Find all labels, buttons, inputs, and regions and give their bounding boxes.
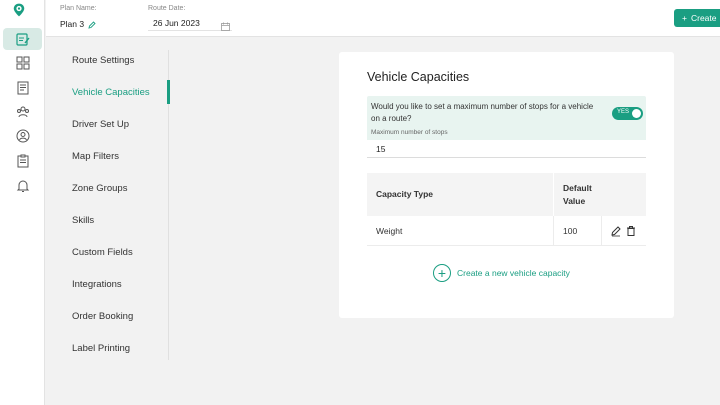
max-stops-input[interactable]: 15	[367, 140, 646, 158]
nav-item-label-printing[interactable]: Label Printing	[72, 343, 130, 354]
nav-item-vehicle-capacities[interactable]: Vehicle Capacities	[72, 87, 150, 98]
route-date-field[interactable]: 26 Jun 2023	[148, 15, 232, 31]
logo-pin-icon[interactable]	[12, 3, 32, 27]
delete-icon[interactable]	[625, 224, 637, 236]
plus-icon: +	[682, 13, 687, 23]
dashboard-icon[interactable]	[3, 52, 42, 74]
create-button-label: Create	[690, 13, 717, 23]
row-separator	[553, 216, 554, 246]
nav-active-indicator	[167, 80, 170, 104]
row-separator-2	[601, 216, 602, 246]
table-row: Weight 100	[367, 216, 646, 246]
column-header-default-value: Default Value	[563, 183, 592, 206]
max-stops-value: 15	[376, 144, 386, 154]
vehicle-capacities-card: Vehicle Capacities Would you like to set…	[339, 52, 674, 318]
edit-pencil-icon[interactable]	[88, 21, 97, 29]
nav-item-order-booking[interactable]: Order Booking	[72, 311, 133, 322]
nav-item-custom-fields[interactable]: Custom Fields	[72, 247, 133, 258]
team-icon[interactable]	[3, 101, 42, 123]
clipboard-icon[interactable]	[3, 150, 42, 172]
nav-item-route-settings[interactable]: Route Settings	[72, 55, 134, 66]
column-header-capacity-type: Capacity Type	[376, 189, 434, 199]
add-circle-icon: +	[433, 264, 451, 282]
route-date-value: 26 Jun 2023	[153, 18, 200, 28]
create-button[interactable]: + Create	[674, 9, 720, 27]
table-header: Capacity Type Default Value	[367, 173, 646, 216]
max-stops-label: Maximum number of stops	[371, 129, 448, 136]
header-separator	[553, 173, 554, 216]
max-stops-toggle[interactable]: YES	[612, 107, 643, 120]
nav-item-integrations[interactable]: Integrations	[72, 279, 122, 290]
top-bar: Plan Name: Plan 3 Route Date: 26 Jun 202…	[46, 0, 720, 37]
icon-rail	[0, 0, 45, 405]
create-vehicle-capacity-label: Create a new vehicle capacity	[457, 268, 570, 278]
nav-item-zone-groups[interactable]: Zone Groups	[72, 183, 127, 194]
edit-icon[interactable]	[610, 224, 622, 237]
max-stops-question: Would you like to set a maximum number o…	[371, 102, 594, 123]
nav-item-map-filters[interactable]: Map Filters	[72, 151, 119, 162]
max-stops-panel: Would you like to set a maximum number o…	[367, 96, 646, 158]
plan-name-label: Plan Name:	[60, 5, 97, 12]
settings-nav: Route Settings Vehicle Capacities Driver…	[46, 37, 170, 405]
notifications-icon[interactable]	[3, 175, 42, 197]
create-vehicle-capacity-link[interactable]: + Create a new vehicle capacity	[433, 264, 570, 282]
cell-capacity-type: Weight	[376, 226, 403, 236]
page-title: Vehicle Capacities	[367, 70, 470, 84]
reports-icon[interactable]	[3, 77, 42, 99]
toggle-label: YES	[617, 109, 630, 115]
nav-item-skills[interactable]: Skills	[72, 215, 94, 226]
calendar-icon[interactable]	[221, 18, 230, 31]
route-planner-icon[interactable]	[3, 28, 42, 50]
cell-default-value: 100	[563, 226, 578, 236]
profile-icon[interactable]	[3, 125, 42, 147]
plan-name-text: Plan 3	[60, 19, 85, 29]
toggle-knob	[632, 109, 641, 118]
nav-item-driver-set-up[interactable]: Driver Set Up	[72, 119, 129, 130]
route-date-label: Route Date:	[148, 5, 186, 12]
plan-name-value[interactable]: Plan 3	[60, 19, 97, 29]
